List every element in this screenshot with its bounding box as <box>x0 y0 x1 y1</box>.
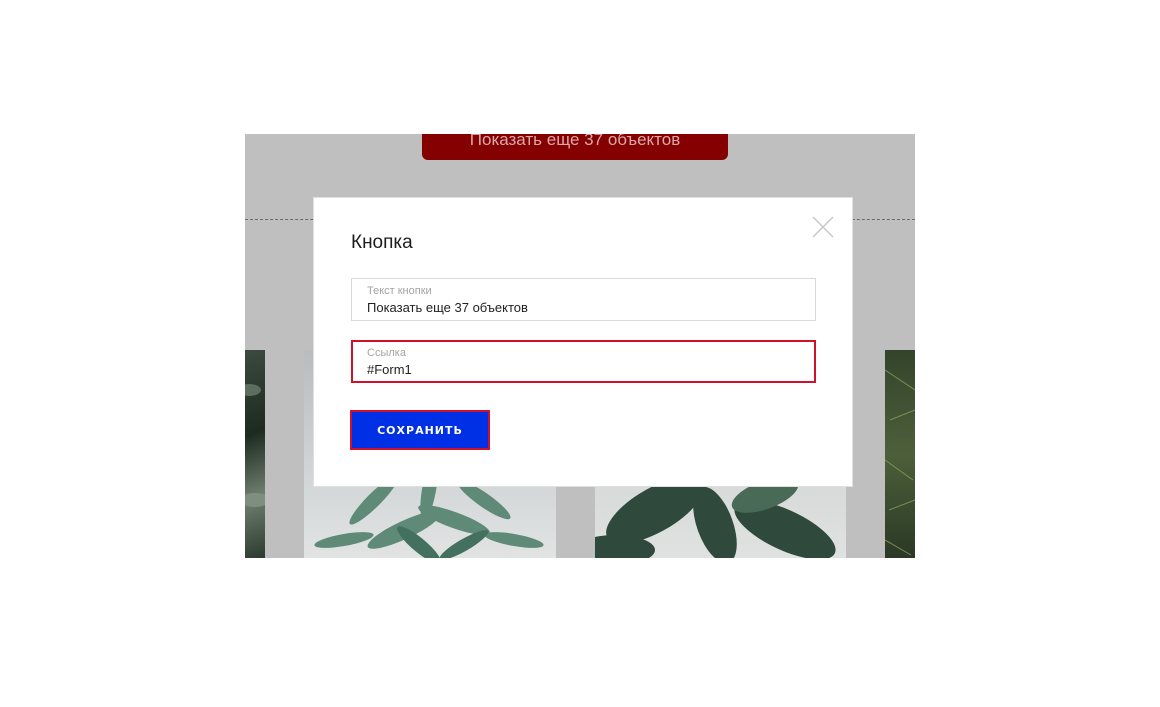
button-text-input[interactable] <box>367 300 797 315</box>
button-edit-dialog: Кнопка Текст кнопки Ссылка СОХРАНИТЬ <box>313 197 853 487</box>
link-input[interactable] <box>367 362 797 377</box>
show-more-button[interactable]: Показать еще 37 объектов <box>422 134 728 160</box>
plant-image <box>245 350 265 558</box>
link-field[interactable]: Ссылка <box>351 340 816 383</box>
field-label: Ссылка <box>367 347 406 359</box>
dialog-title: Кнопка <box>351 232 413 253</box>
close-icon[interactable] <box>811 215 835 239</box>
button-text-field[interactable]: Текст кнопки <box>351 278 816 321</box>
save-button[interactable]: СОХРАНИТЬ <box>350 410 490 450</box>
field-label: Текст кнопки <box>367 285 432 297</box>
plant-image <box>885 350 915 558</box>
